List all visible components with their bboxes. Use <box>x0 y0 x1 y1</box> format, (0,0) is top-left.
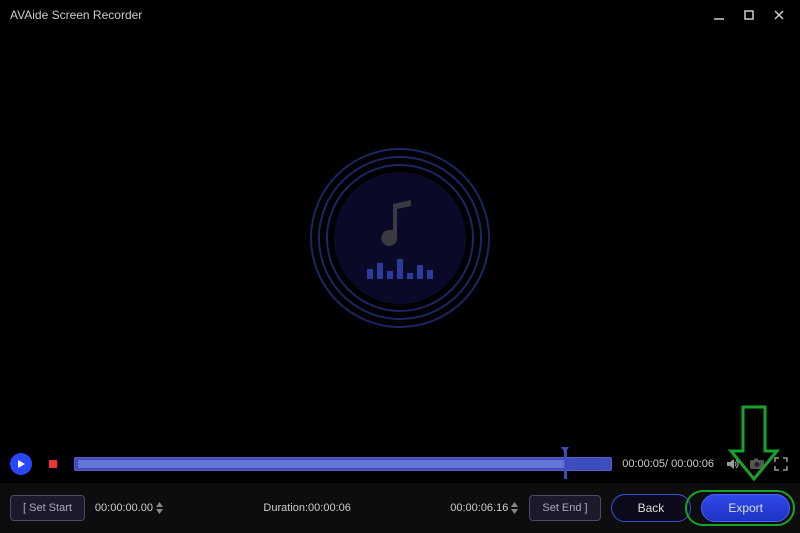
camera-icon[interactable] <box>748 455 766 473</box>
fullscreen-icon[interactable] <box>772 455 790 473</box>
end-time-up[interactable] <box>510 501 519 508</box>
app-title: AVAide Screen Recorder <box>10 8 708 22</box>
audio-visual-icon <box>310 148 490 328</box>
stop-button[interactable] <box>42 453 64 475</box>
volume-icon[interactable] <box>724 455 742 473</box>
end-time-down[interactable] <box>510 508 519 515</box>
end-time-value: 00:00:06.16 <box>450 502 508 514</box>
music-note-icon <box>375 196 425 251</box>
maximize-button[interactable] <box>738 4 760 26</box>
title-bar: AVAide Screen Recorder <box>0 0 800 30</box>
start-time-up[interactable] <box>155 501 164 508</box>
set-start-button[interactable]: [ Set Start <box>10 495 85 521</box>
play-button[interactable] <box>10 453 32 475</box>
scrub-bar[interactable] <box>74 457 612 471</box>
back-button[interactable]: Back <box>611 494 692 522</box>
minimize-button[interactable] <box>708 4 730 26</box>
export-button[interactable]: Export <box>701 494 790 522</box>
equalizer-icon <box>367 257 433 279</box>
end-time[interactable]: 00:00:06.16 <box>450 501 519 515</box>
scrub-handle[interactable] <box>564 451 567 479</box>
start-time-value: 00:00:00.00 <box>95 502 153 514</box>
playback-controls: 00:00:05/ 00:00:06 <box>0 445 800 483</box>
preview-area <box>0 30 800 445</box>
start-time[interactable]: 00:00:00.00 <box>95 501 164 515</box>
duration-display: Duration:00:00:06 <box>263 502 350 514</box>
start-time-down[interactable] <box>155 508 164 515</box>
trim-controls: [ Set Start 00:00:00.00 Duration:00:00:0… <box>0 483 800 533</box>
time-display: 00:00:05/ 00:00:06 <box>622 458 714 470</box>
window-controls <box>708 4 790 26</box>
set-end-button[interactable]: Set End ] <box>529 495 600 521</box>
close-button[interactable] <box>768 4 790 26</box>
